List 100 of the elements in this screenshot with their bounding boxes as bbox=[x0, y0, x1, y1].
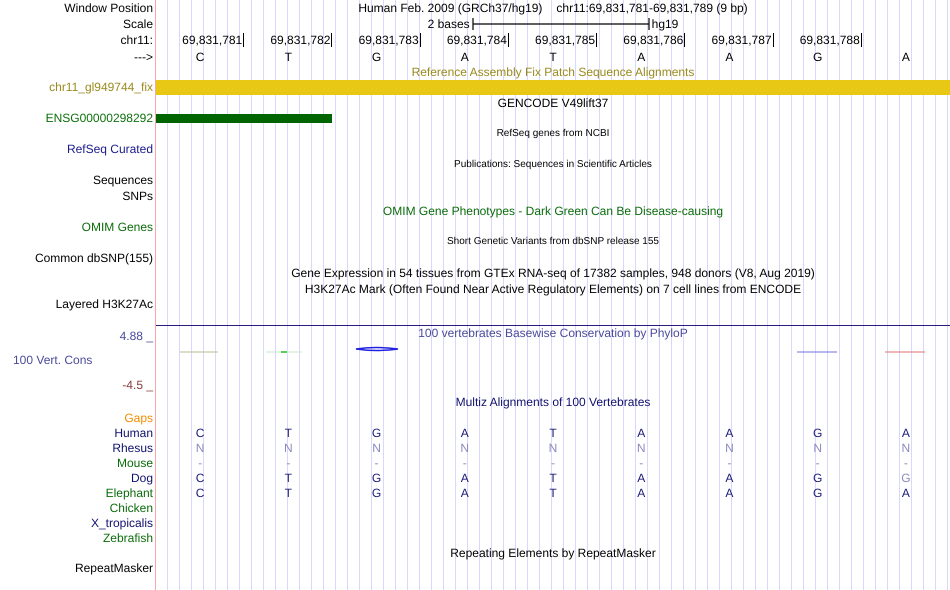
track-label[interactable]: Sequences bbox=[92, 173, 153, 188]
alignment-base: A bbox=[460, 426, 469, 440]
position-tick: 69,831,786 bbox=[623, 33, 686, 47]
scale-text: 2 bases bbox=[428, 16, 470, 30]
row-label: ---> bbox=[134, 50, 153, 64]
alignment-base: G bbox=[372, 426, 382, 440]
species-label: X_tropicalis bbox=[90, 516, 153, 530]
assembly-title: Human Feb. 2009 (GRCh37/hg19) bbox=[358, 1, 542, 15]
base-letter: G bbox=[812, 50, 822, 64]
alignment-base: A bbox=[902, 486, 910, 500]
species-label: Elephant bbox=[106, 486, 153, 500]
track-title: Short Genetic Variants from dbSNP release 155 bbox=[447, 235, 659, 250]
alignment-base: - bbox=[550, 456, 555, 470]
alignment-base: G bbox=[812, 470, 822, 484]
track-title: Publications: Sequences in Scientific Articles bbox=[454, 158, 652, 172]
base-letter: T bbox=[284, 50, 292, 64]
track-label[interactable]: RefSeq Curated bbox=[66, 142, 153, 156]
alignment-base: A bbox=[460, 486, 469, 500]
alignment-base: T bbox=[549, 486, 557, 500]
track-label[interactable]: SNPs bbox=[122, 188, 153, 203]
alignment-base: C bbox=[196, 426, 204, 440]
axis-max: 4.88 _ bbox=[120, 329, 154, 343]
position-tick: 69,831,783 bbox=[358, 33, 421, 47]
row-label: Scale bbox=[122, 16, 153, 30]
alignment-base: - bbox=[286, 456, 290, 470]
position-tick: 69,831,782 bbox=[270, 33, 332, 47]
alignment-base: N bbox=[284, 440, 293, 454]
alignment-base: - bbox=[462, 456, 467, 470]
alignment-base: G bbox=[812, 426, 822, 440]
track-title: Multiz Alignments of 100 Vertebrates bbox=[456, 395, 650, 409]
base-letter: A bbox=[725, 50, 734, 64]
alignment-base: - bbox=[198, 456, 202, 470]
position-tick: 69,831,788 bbox=[800, 33, 862, 47]
alignment-base: T bbox=[549, 470, 557, 484]
track-title: Repeating Elements by RepeatMasker bbox=[450, 546, 656, 560]
track-label[interactable]: Layered H3K27Ac bbox=[56, 297, 153, 312]
alignment-base: N bbox=[548, 440, 558, 454]
row-label: Window Position bbox=[64, 1, 153, 15]
alignment-base: A bbox=[725, 470, 734, 484]
track-title: OMIM Gene Phenotypes - Dark Green Can Be Disease-causing bbox=[382, 204, 724, 218]
alignment-bar[interactable] bbox=[156, 114, 332, 123]
position-tick: 69,831,784 bbox=[446, 33, 509, 47]
alignment-base: C bbox=[196, 470, 204, 484]
alignment-base: A bbox=[637, 426, 646, 440]
base-letter: A bbox=[460, 50, 469, 64]
alignment-base: A bbox=[725, 486, 734, 500]
alignment-base: G bbox=[901, 470, 911, 484]
species-label: Chicken bbox=[110, 500, 153, 514]
species-label: Mouse bbox=[116, 456, 153, 470]
alignment-base: T bbox=[284, 486, 292, 500]
alignment-base: - bbox=[374, 456, 379, 470]
alignment-base: N bbox=[372, 440, 381, 454]
species-label: Rhesus bbox=[112, 440, 153, 454]
species-label: Human bbox=[114, 426, 153, 440]
alignment-base: - bbox=[816, 456, 820, 470]
species-label: Zebrafish bbox=[102, 530, 153, 544]
species-label: Dog bbox=[130, 470, 153, 484]
position-tick: 69,831,787 bbox=[711, 33, 774, 47]
axis-min: -4.5 _ bbox=[122, 378, 154, 392]
track-label[interactable]: 100 Vert. Cons bbox=[0, 353, 156, 367]
alignment-base: T bbox=[284, 470, 292, 484]
track-title: RefSeq genes from NCBI bbox=[496, 126, 610, 141]
alignment-base: A bbox=[460, 470, 469, 484]
alignment-base: N bbox=[460, 440, 470, 454]
alignment-base: N bbox=[636, 440, 646, 454]
alignment-base: - bbox=[727, 456, 732, 470]
alignment-base: T bbox=[284, 426, 292, 440]
track-title: Reference Assembly Fix Patch Sequence Alignments bbox=[412, 64, 694, 79]
alignment-base: N bbox=[902, 440, 910, 454]
position-title: chr11:69,831,781-69,831,789 (9 bp) bbox=[556, 1, 748, 15]
alignment-base: N bbox=[725, 440, 734, 454]
track-title: H3K27Ac Mark (Often Found Near Active Regulatory Elements) on 7 cell lines from ENCODE bbox=[304, 282, 802, 296]
base-letter: C bbox=[196, 50, 204, 64]
alignment-base: - bbox=[904, 456, 908, 470]
base-letter: A bbox=[637, 50, 646, 64]
base-letter: T bbox=[549, 50, 557, 64]
alignment-base: G bbox=[812, 486, 822, 500]
alignment-base: C bbox=[196, 486, 204, 500]
track-title: Gene Expression in 54 tissues from GTEx RNA-seq of 17382 samples, 948 donors (V8, Aug 2019) bbox=[291, 266, 815, 280]
alignment-base: N bbox=[813, 440, 822, 454]
position-tick: 69,831,785 bbox=[535, 33, 598, 47]
alignment-base: G bbox=[372, 470, 382, 484]
track-title: 100 vertebrates Basewise Conservation by PhyloP bbox=[418, 326, 688, 340]
track-title: GENCODE V49lift37 bbox=[498, 96, 608, 110]
base-letter: G bbox=[372, 50, 382, 64]
alignment-base: G bbox=[372, 486, 382, 500]
track-label[interactable]: RepeatMasker bbox=[74, 561, 153, 576]
species-label: Gaps bbox=[124, 410, 153, 424]
alignment-base: A bbox=[637, 470, 646, 484]
alignment-base: - bbox=[639, 456, 644, 470]
row-label: chr11: bbox=[120, 33, 153, 47]
alignment-base: N bbox=[196, 440, 204, 454]
alignment-base: A bbox=[902, 426, 910, 440]
track-label[interactable]: Common dbSNP(155) bbox=[34, 250, 153, 265]
scale-assembly: hg19 bbox=[652, 16, 678, 30]
position-tick: 69,831,781 bbox=[182, 33, 244, 47]
track-label[interactable]: ENSG00000298292 bbox=[46, 111, 153, 126]
base-letter: A bbox=[902, 50, 910, 64]
alignment-base: T bbox=[549, 426, 557, 440]
track-label[interactable]: OMIM Genes bbox=[82, 220, 153, 234]
